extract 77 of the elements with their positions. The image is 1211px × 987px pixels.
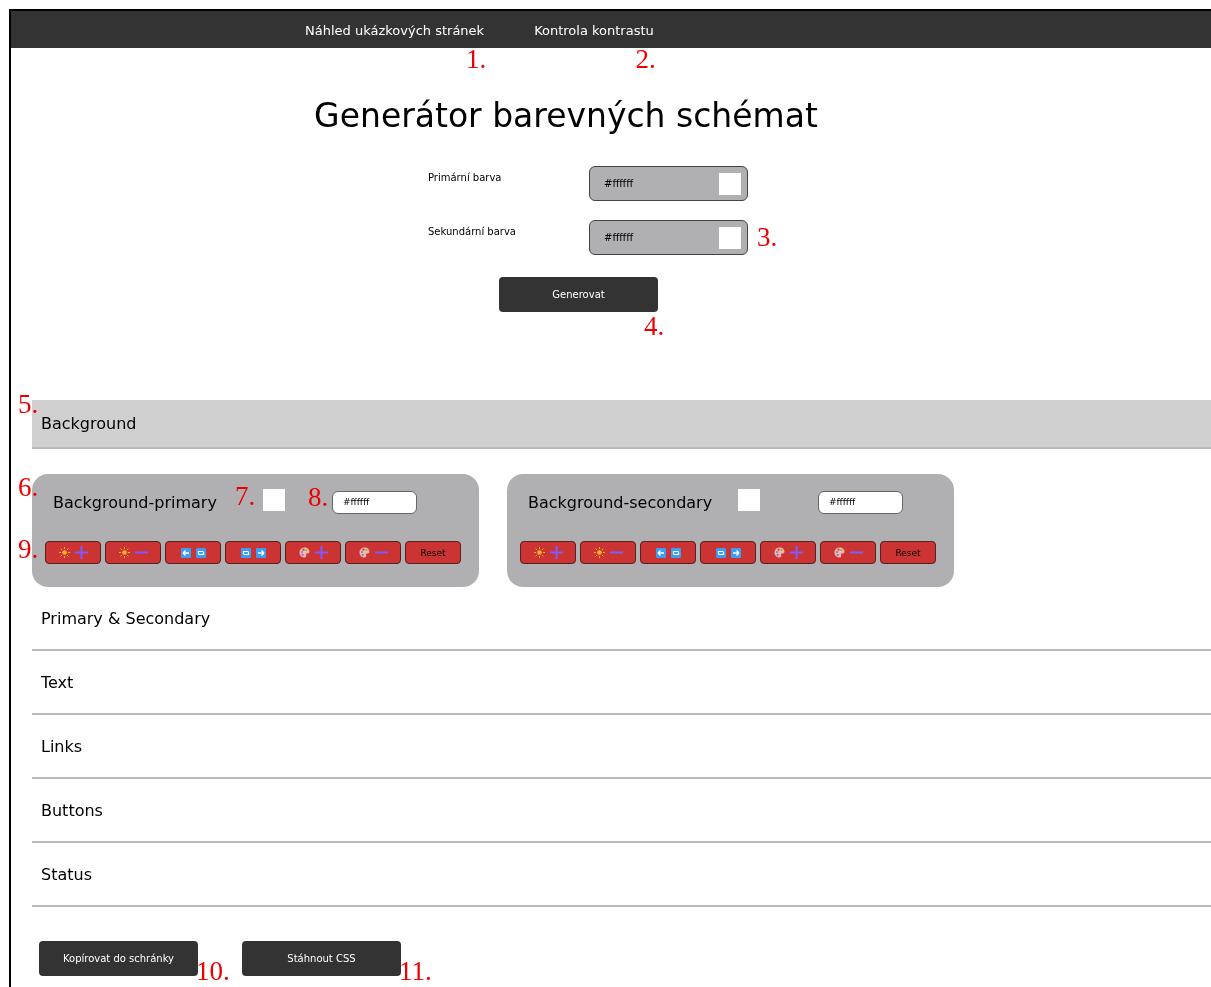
annotation-number: 1.	[465, 46, 487, 73]
plus-icon	[549, 546, 563, 560]
field-label: Primární barva	[428, 171, 503, 184]
palette-icon	[358, 547, 370, 559]
card-title: Background-secondary	[527, 492, 713, 512]
plus-icon	[789, 546, 803, 560]
color-swatch[interactable]	[719, 172, 741, 195]
sun-icon	[118, 547, 130, 559]
annotation-number: 8.	[308, 483, 329, 511]
sun-icon	[58, 547, 70, 559]
repeat-icon	[195, 547, 206, 558]
hex-input-field[interactable]: #ffffff	[818, 490, 903, 514]
copy-button[interactable]: Kopírovat do schránky	[39, 941, 198, 977]
annotation-number: 11.	[399, 958, 432, 986]
hex-input-field[interactable]: #ffffff	[332, 490, 417, 514]
shift-left-button[interactable]	[165, 541, 221, 565]
saturate-button[interactable]	[760, 541, 816, 565]
annotation-number: 2.	[635, 46, 656, 73]
annotation-number: 10.	[196, 958, 230, 986]
left-arrow-icon	[655, 547, 666, 558]
repeat-icon	[715, 547, 726, 558]
color-swatch[interactable]	[719, 226, 741, 249]
darken-button[interactable]	[580, 541, 636, 565]
card-title: Background-primary	[52, 492, 217, 512]
color-swatch[interactable]	[738, 489, 760, 512]
right-arrow-icon	[255, 547, 266, 558]
desaturate-button[interactable]	[820, 541, 876, 565]
section-title: Background	[41, 414, 137, 434]
shift-left-button[interactable]	[640, 541, 696, 565]
section-title: Buttons	[41, 800, 103, 820]
desaturate-button[interactable]	[345, 541, 401, 565]
palette-icon	[833, 547, 845, 559]
repeat-icon	[670, 547, 681, 558]
nav-link[interactable]: Kontrola kontrastu	[534, 23, 654, 38]
download-button[interactable]: Stáhnout CSS	[242, 941, 401, 977]
hex-value: #ffffff	[829, 497, 856, 508]
accordion-header[interactable]: Status	[32, 843, 1211, 908]
lighten-button[interactable]	[45, 541, 101, 565]
hex-value: #ffffff	[343, 497, 370, 508]
sun-icon	[533, 547, 545, 559]
section-title: Text	[41, 672, 74, 692]
annotation-number: 6.	[18, 474, 39, 502]
color-input-field[interactable]: #ffffff	[589, 166, 748, 202]
reset-button[interactable]: Reset	[405, 541, 461, 565]
annotation-number: 7.	[235, 483, 256, 511]
color-hex-value: #ffffff	[604, 178, 634, 190]
palette-icon	[773, 547, 785, 559]
accordion-header[interactable]: Text	[32, 651, 1211, 716]
repeat-icon	[240, 547, 251, 558]
section-title: Status	[41, 864, 92, 884]
color-swatch[interactable]	[263, 489, 285, 512]
palette-icon	[298, 547, 310, 559]
shift-right-button[interactable]	[700, 541, 756, 565]
accordion-header[interactable]: Links	[32, 715, 1211, 780]
annotation-number: 9.	[18, 536, 39, 564]
generate-button[interactable]: Generovat	[499, 277, 658, 313]
section-title: Primary & Secondary	[41, 608, 211, 628]
plus-icon	[74, 546, 88, 560]
field-label: Sekundární barva	[428, 225, 517, 238]
right-arrow-icon	[730, 547, 741, 558]
annotation-number: 3.	[757, 224, 778, 252]
accordion-header[interactable]: Buttons	[32, 779, 1211, 844]
left-arrow-icon	[180, 547, 191, 558]
annotation-number: 4.	[644, 313, 665, 341]
darken-button[interactable]	[105, 541, 161, 565]
accordion-header[interactable]: Primary & Secondary	[32, 587, 1211, 652]
reset-button[interactable]: Reset	[880, 541, 936, 565]
lighten-button[interactable]	[520, 541, 576, 565]
saturate-button[interactable]	[285, 541, 341, 565]
plus-icon	[314, 546, 328, 560]
shift-right-button[interactable]	[225, 541, 281, 565]
sun-icon	[593, 547, 605, 559]
section-title: Links	[41, 736, 83, 756]
color-input-field[interactable]: #ffffff	[589, 220, 748, 256]
color-hex-value: #ffffff	[604, 232, 634, 244]
page-title: Generátor barevných schémat	[313, 98, 819, 135]
nav-link[interactable]: Náhled ukázkových stránek	[305, 23, 485, 38]
